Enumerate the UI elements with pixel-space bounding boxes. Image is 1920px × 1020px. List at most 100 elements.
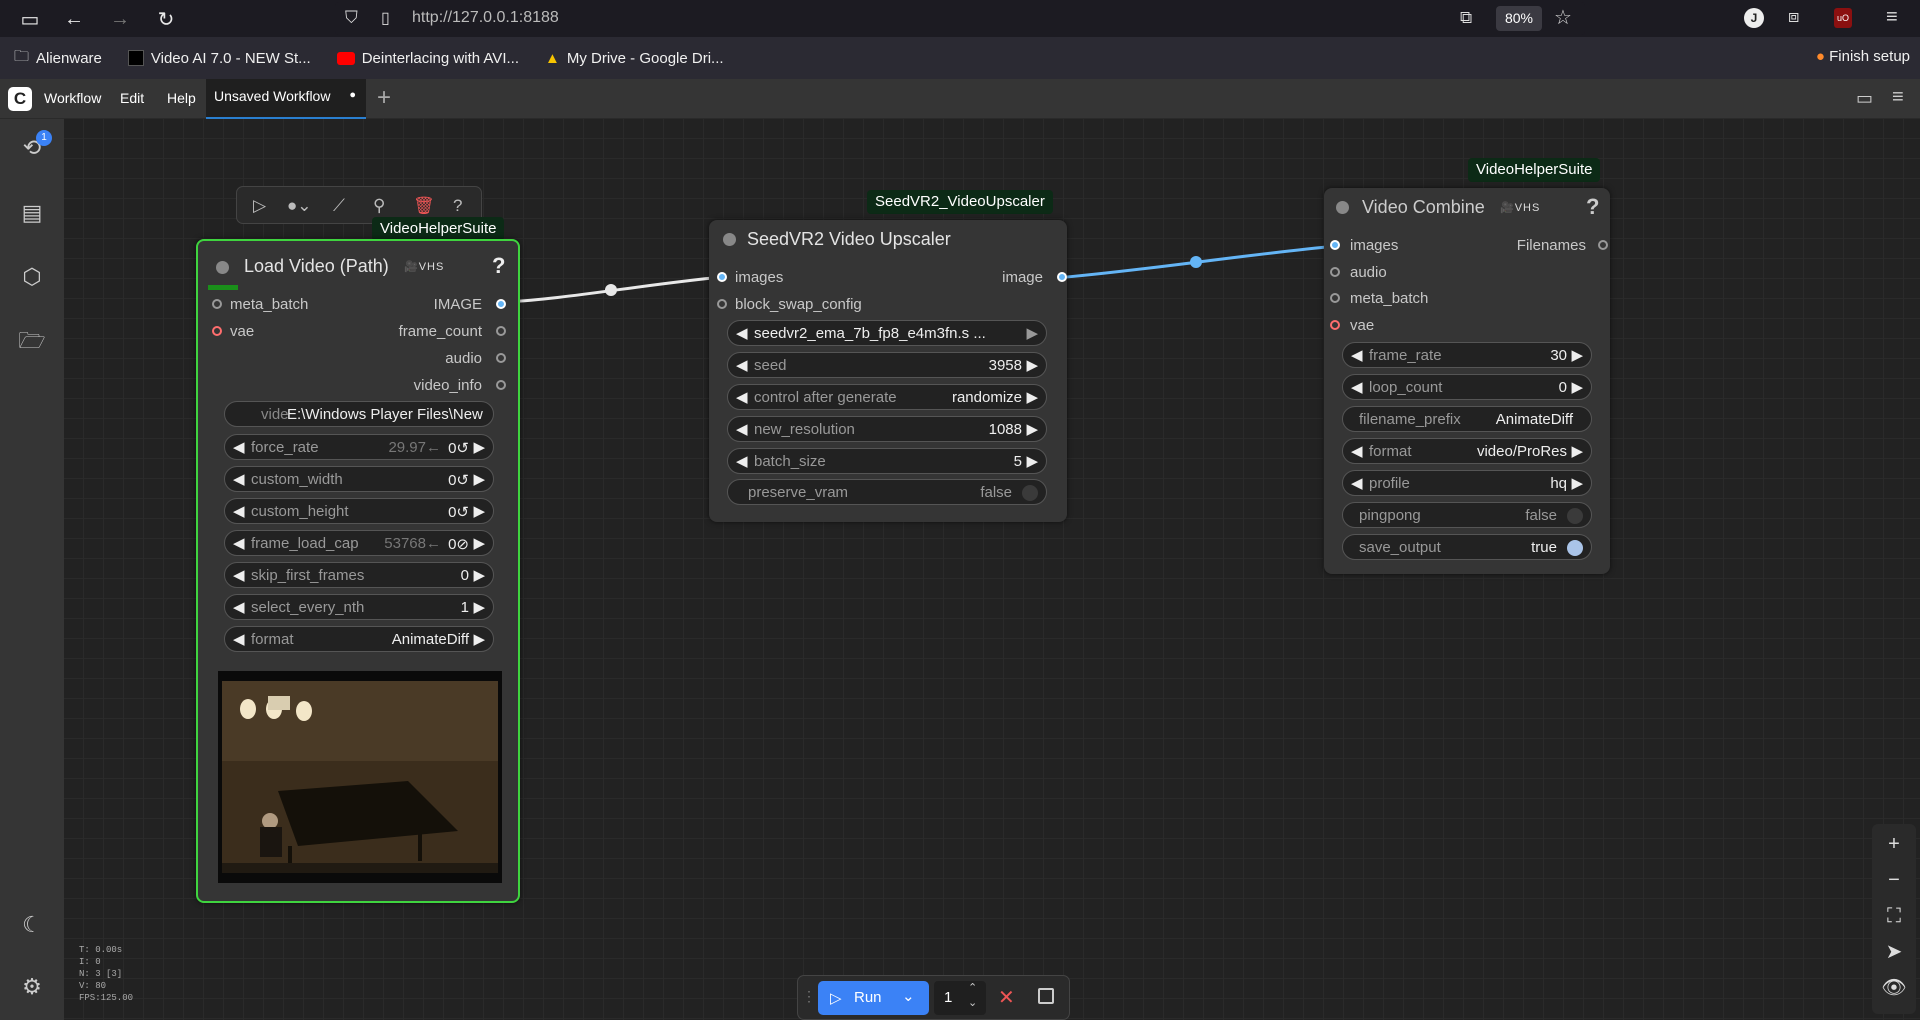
delete-icon[interactable]: 🗑	[413, 196, 435, 216]
format-widget[interactable]: ◀ format AnimateDiff ▶	[224, 626, 494, 652]
tab-unsaved-workflow[interactable]: Unsaved Workflow ●	[206, 79, 366, 119]
url-text[interactable]: http://127.0.0.1:8188	[412, 9, 559, 27]
comfy-logo-icon[interactable]: C	[8, 87, 32, 111]
new-tab-button[interactable]: +	[377, 84, 391, 112]
bookmark-deinterlacing[interactable]: Deinterlacing with AVI...	[336, 50, 519, 67]
back-icon[interactable]: ←	[60, 5, 88, 33]
left-arrow-icon[interactable]: ◀	[233, 598, 245, 616]
extensions-icon[interactable]: ⧈	[1788, 6, 1799, 27]
bookmark-video-ai[interactable]: Video AI 7.0 - NEW St...	[127, 50, 311, 67]
batch-count-input[interactable]: 1 ⌃ ⌄	[934, 981, 986, 1015]
decrement-icon[interactable]: ⌄	[968, 996, 977, 1009]
collapse-dot[interactable]	[723, 233, 736, 246]
bypass-icon[interactable]: ⟋	[333, 196, 345, 216]
pingpong-widget[interactable]: pingpong false	[1342, 502, 1592, 528]
right-arrow-icon[interactable]: ▶	[1026, 388, 1038, 406]
toggle-links-eye-icon[interactable]: 👁	[1874, 970, 1914, 1006]
right-arrow-icon[interactable]: ▶	[473, 534, 485, 552]
help-icon[interactable]: ?	[492, 253, 505, 279]
picture-in-picture-icon[interactable]: ⧉	[1460, 8, 1472, 28]
output-slot-dot[interactable]	[496, 326, 506, 336]
pin-icon[interactable]: ⚲	[373, 196, 385, 216]
video-path-field[interactable]: vide E:\Windows Player Files\New f	[224, 401, 494, 427]
input-slot-dot[interactable]	[1330, 320, 1340, 330]
video-preview[interactable]	[218, 671, 502, 883]
right-arrow-icon[interactable]: ▶	[473, 630, 485, 648]
collapse-dot[interactable]	[1336, 201, 1349, 214]
right-arrow-icon[interactable]: ▶	[473, 502, 485, 520]
left-arrow-icon[interactable]: ◀	[233, 438, 245, 456]
collapse-dot[interactable]	[216, 261, 229, 274]
right-arrow-icon[interactable]: ▶	[1571, 378, 1583, 396]
zoom-in-icon[interactable]: +	[1874, 826, 1914, 862]
select-every-nth-widget[interactable]: ◀ select_every_nth 1 ▶	[224, 594, 494, 620]
output-slot-dot[interactable]	[1598, 240, 1608, 250]
right-arrow-icon[interactable]: ▶	[1026, 420, 1038, 438]
execute-node-icon[interactable]: ▷	[253, 196, 266, 216]
bookmark-star-icon[interactable]: ☆	[1554, 5, 1572, 30]
node-title-bar[interactable]: SeedVR2 Video Upscaler	[709, 220, 1067, 256]
color-picker-icon[interactable]: ●⌄	[287, 196, 312, 216]
bookmark-google-drive[interactable]: ▲ My Drive - Google Dri...	[545, 50, 724, 67]
cancel-x-icon[interactable]: ✕	[998, 985, 1015, 1010]
menu-edit[interactable]: Edit	[120, 90, 144, 106]
node-title-bar[interactable]: Load Video (Path) 🎥VHS ?	[198, 241, 518, 279]
skip-first-frames-widget[interactable]: ◀ skip_first_frames 0 ▶	[224, 562, 494, 588]
node-library-icon[interactable]: ▤	[18, 199, 46, 227]
right-arrow-icon[interactable]: ▶	[1026, 356, 1038, 374]
input-slot-dot[interactable]	[1330, 240, 1340, 250]
finish-setup-button[interactable]: ● Finish setup	[1816, 48, 1910, 65]
left-arrow-icon[interactable]: ◀	[736, 324, 748, 342]
video-combine-node[interactable]: Video Combine 🎥VHS ? images audio meta_b…	[1324, 188, 1610, 574]
menu-help[interactable]: Help	[167, 90, 196, 106]
custom-width-widget[interactable]: ◀ custom_width 0↺ ▶	[224, 466, 494, 492]
format-widget[interactable]: ◀ format video/ProRes ▶	[1342, 438, 1592, 464]
account-avatar[interactable]: J	[1744, 8, 1764, 28]
filename-prefix-widget[interactable]: filename_prefix AnimateDiff	[1342, 406, 1592, 432]
output-slot-dot[interactable]	[496, 299, 506, 309]
bookmark-alienware[interactable]: 🗀 Alienware	[14, 46, 102, 71]
fit-view-icon[interactable]: ⛶	[1874, 898, 1914, 934]
run-options-chevron-icon[interactable]: ⌄	[902, 987, 915, 1005]
node-title-bar[interactable]: Video Combine 🎥VHS ?	[1324, 188, 1610, 224]
right-arrow-icon[interactable]: ▶	[473, 470, 485, 488]
workflows-folder-icon[interactable]: 🗁	[18, 327, 46, 355]
frame-load-cap-widget[interactable]: ◀ frame_load_cap 53768← 0⊘ ▶	[224, 530, 494, 556]
control-after-generate-widget[interactable]: ◀ control after generate randomize ▶	[727, 384, 1047, 410]
toggle-knob[interactable]	[1567, 508, 1583, 524]
model-library-icon[interactable]: ⬡	[18, 263, 46, 291]
custom-height-widget[interactable]: ◀ custom_height 0↺ ▶	[224, 498, 494, 524]
right-arrow-icon[interactable]: ▶	[1026, 452, 1038, 470]
menu-workflow[interactable]: Workflow	[44, 90, 101, 106]
new-resolution-widget[interactable]: ◀ new_resolution 1088 ▶	[727, 416, 1047, 442]
left-arrow-icon[interactable]: ◀	[233, 566, 245, 584]
settings-gear-icon[interactable]: ⚙	[18, 973, 46, 1001]
theme-moon-icon[interactable]: ☾	[18, 911, 46, 939]
output-slot-dot[interactable]	[496, 380, 506, 390]
force-rate-widget[interactable]: ◀ force_rate 29.97← 0↺ ▶	[224, 434, 494, 460]
input-slot-dot[interactable]	[1330, 267, 1340, 277]
help-circle-icon[interactable]: ?	[453, 196, 462, 216]
seed-widget[interactable]: ◀ seed 3958 ▶	[727, 352, 1047, 378]
seedvr2-upscaler-node[interactable]: SeedVR2 Video Upscaler images block_swap…	[709, 220, 1067, 522]
left-arrow-icon[interactable]: ◀	[1351, 378, 1363, 396]
forward-icon[interactable]: →	[106, 5, 134, 33]
load-video-node[interactable]: Load Video (Path) 🎥VHS ? meta_batch vae …	[196, 239, 520, 903]
app-menu-icon[interactable]: ≡	[1886, 6, 1898, 29]
batch-size-widget[interactable]: ◀ batch_size 5 ▶	[727, 448, 1047, 474]
help-icon[interactable]: ?	[1586, 194, 1599, 220]
left-arrow-icon[interactable]: ◀	[736, 452, 748, 470]
loop-count-widget[interactable]: ◀ loop_count 0 ▶	[1342, 374, 1592, 400]
input-slot-dot[interactable]	[717, 272, 727, 282]
right-arrow-icon[interactable]: ▶	[473, 598, 485, 616]
right-arrow-icon[interactable]: ▶	[1026, 324, 1038, 342]
right-arrow-icon[interactable]: ▶	[473, 438, 485, 456]
left-arrow-icon[interactable]: ◀	[1351, 442, 1363, 460]
input-slot-dot[interactable]	[1330, 293, 1340, 303]
pointer-mode-icon[interactable]: ➤	[1874, 934, 1914, 970]
right-arrow-icon[interactable]: ▶	[473, 566, 485, 584]
stop-square-icon[interactable]	[1038, 988, 1054, 1004]
profile-widget[interactable]: ◀ profile hq ▶	[1342, 470, 1592, 496]
left-arrow-icon[interactable]: ◀	[233, 534, 245, 552]
increment-icon[interactable]: ⌃	[968, 981, 977, 994]
